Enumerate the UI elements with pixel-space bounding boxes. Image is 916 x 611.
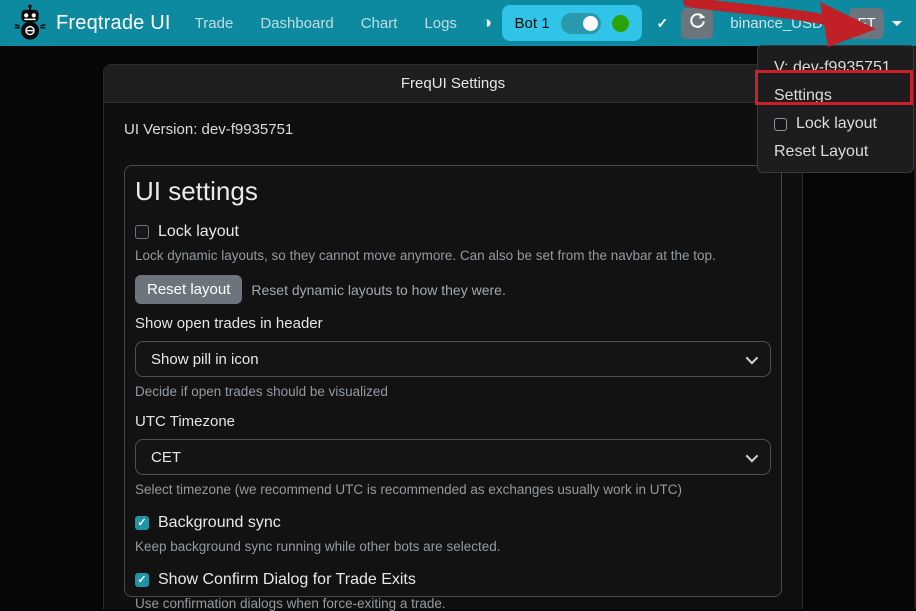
- menu-item-lock-layout[interactable]: Lock layout: [758, 110, 913, 138]
- settings-panel-header: FreqUI Settings: [104, 65, 802, 103]
- nav-link-dashboard[interactable]: Dashboard: [260, 15, 333, 32]
- ui-version-text: UI Version: dev-f9935751: [124, 121, 782, 138]
- nav-link-logs[interactable]: Logs: [424, 15, 457, 32]
- panel-title: FreqUI Settings: [401, 75, 505, 92]
- ui-settings-heading: UI settings: [135, 176, 771, 207]
- nav-link-trade[interactable]: Trade: [195, 15, 234, 32]
- lock-layout-description: Lock dynamic layouts, so they cannot mov…: [135, 248, 771, 263]
- background-sync-checkbox[interactable]: ✓: [135, 516, 149, 530]
- open-trades-description: Decide if open trades should be visualiz…: [135, 384, 771, 399]
- open-trades-select[interactable]: Show pill in icon: [135, 341, 771, 377]
- bot-name-label[interactable]: binance_USDT: [730, 15, 832, 32]
- chevron-down-icon[interactable]: [892, 21, 902, 26]
- open-trades-value: Show pill in icon: [151, 351, 259, 368]
- lock-layout-label: Lock layout: [158, 223, 239, 241]
- reset-layout-row: Reset layout Reset dynamic layouts to ho…: [135, 275, 771, 304]
- settings-panel: FreqUI Settings UI Version: dev-f9935751…: [103, 64, 803, 609]
- lock-layout-checkbox[interactable]: ✓: [135, 225, 149, 239]
- bot-online-dot: [612, 15, 629, 32]
- bot-selector-pill[interactable]: Bot 1: [502, 5, 642, 41]
- chevron-down-icon: [746, 351, 759, 364]
- theme-toggle-icon[interactable]: ◑: [482, 13, 492, 33]
- nav-link-chart[interactable]: Chart: [361, 15, 398, 32]
- background-sync-label: Background sync: [158, 514, 281, 532]
- bot-pill-label: Bot 1: [515, 15, 550, 32]
- nav-links: Trade Dashboard Chart Logs: [195, 15, 457, 32]
- refresh-icon: [689, 12, 706, 34]
- refresh-button[interactable]: [681, 8, 713, 39]
- avatar-dropdown-menu: V: dev-f9935751 Settings Lock layout Res…: [757, 45, 914, 173]
- lock-layout-label: Lock layout: [796, 115, 877, 133]
- background-sync-description: Keep background sync running while other…: [135, 539, 771, 554]
- bot-toggle-switch[interactable]: [561, 13, 601, 34]
- confirm-dialog-checkbox[interactable]: ✓: [135, 573, 149, 587]
- lock-layout-checkbox[interactable]: [774, 118, 787, 131]
- reset-layout-button[interactable]: Reset layout: [135, 275, 242, 304]
- ui-settings-card: UI settings ✓ Lock layout Lock dynamic l…: [124, 165, 782, 597]
- check-icon: ✓: [657, 15, 669, 32]
- timezone-value: CET: [151, 449, 181, 466]
- chevron-down-icon: [746, 449, 759, 462]
- confirm-dialog-row[interactable]: ✓ Show Confirm Dialog for Trade Exits: [135, 571, 771, 589]
- menu-item-version: V: dev-f9935751: [758, 52, 913, 82]
- background-sync-row[interactable]: ✓ Background sync: [135, 514, 771, 532]
- avatar-button[interactable]: FT: [849, 8, 884, 39]
- open-trades-label: Show open trades in header: [135, 315, 771, 332]
- navbar-right: Bot 1 ✓ binance_USDT FT: [502, 5, 906, 41]
- brand-title[interactable]: Freqtrade UI: [56, 12, 171, 35]
- timezone-label: UTC Timezone: [135, 413, 771, 430]
- menu-item-settings[interactable]: Settings: [758, 82, 913, 110]
- navbar: Freqtrade UI Trade Dashboard Chart Logs …: [0, 0, 916, 46]
- lock-layout-row[interactable]: ✓ Lock layout: [135, 223, 771, 241]
- menu-item-reset-layout[interactable]: Reset Layout: [758, 138, 913, 166]
- reset-layout-description: Reset dynamic layouts to how they were.: [251, 282, 505, 298]
- timezone-description: Select timezone (we recommend UTC is rec…: [135, 482, 771, 497]
- timezone-select[interactable]: CET: [135, 439, 771, 475]
- freqtrade-robot-logo-icon[interactable]: [10, 3, 50, 43]
- settings-panel-body: UI Version: dev-f9935751 UI settings ✓ L…: [104, 103, 802, 597]
- confirm-dialog-label: Show Confirm Dialog for Trade Exits: [158, 571, 416, 589]
